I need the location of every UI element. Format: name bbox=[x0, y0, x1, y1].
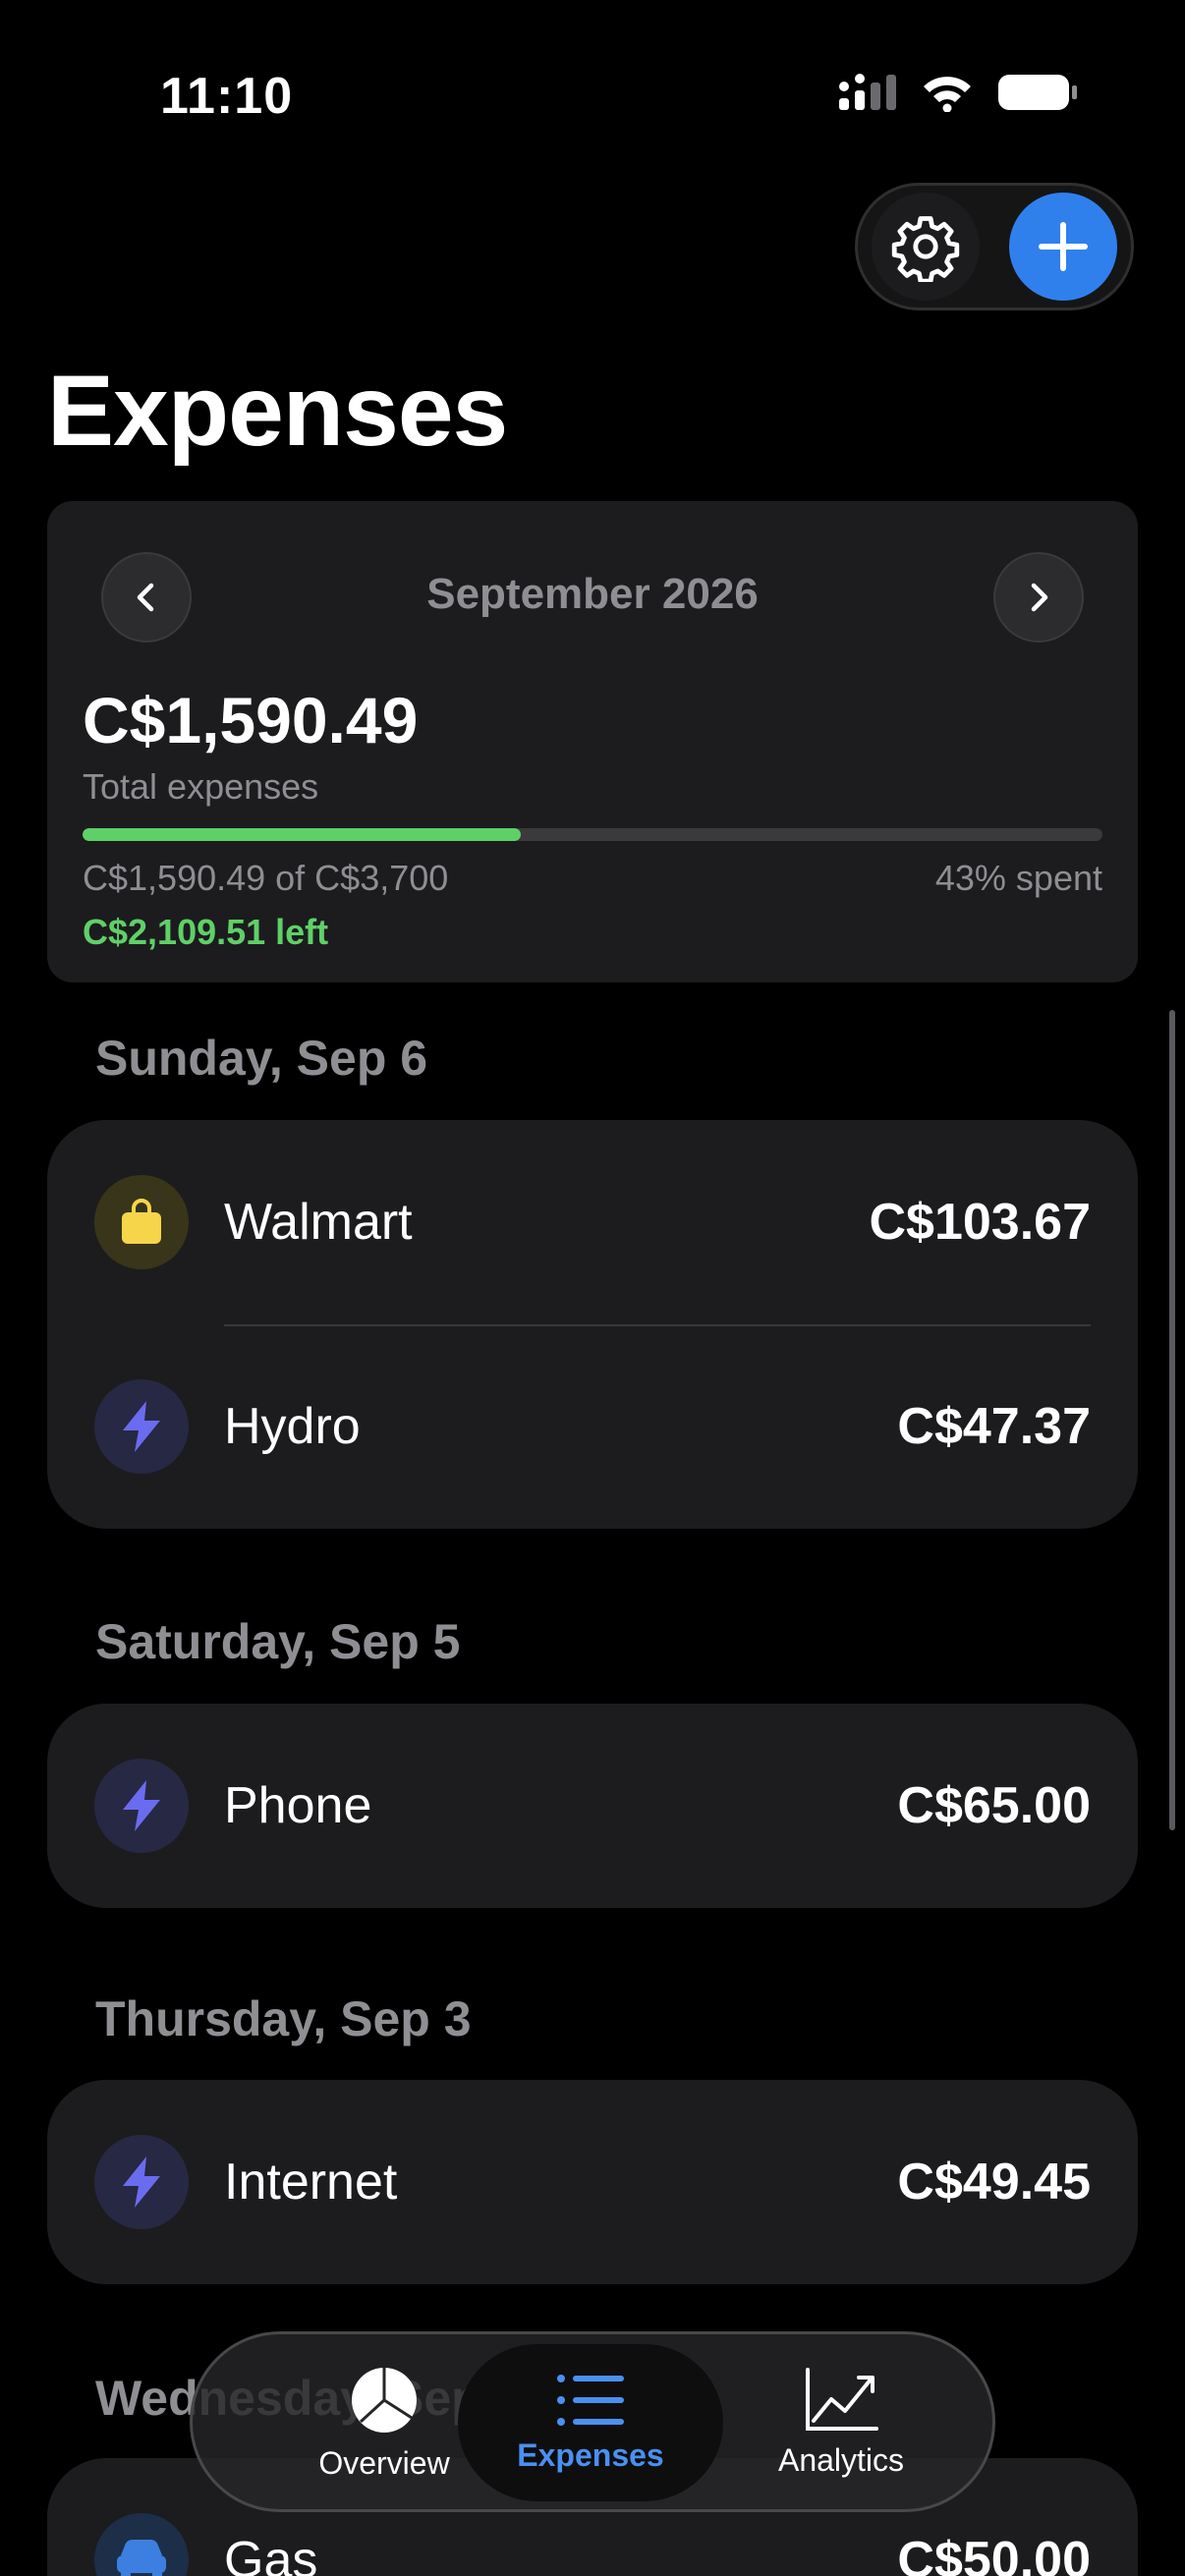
lightning-bolt-icon bbox=[123, 1401, 160, 1452]
expense-amount: C$49.45 bbox=[897, 2154, 1091, 2211]
category-icon bbox=[94, 1379, 189, 1474]
tab-label: Overview bbox=[318, 2444, 450, 2481]
status-bar: 11:10 bbox=[0, 0, 1185, 187]
expense-amount: C$103.67 bbox=[869, 1194, 1091, 1251]
lightning-bolt-icon bbox=[123, 1780, 160, 1831]
plus-icon bbox=[1039, 222, 1088, 271]
chevron-right-icon bbox=[1031, 583, 1048, 612]
top-actions bbox=[855, 183, 1134, 310]
expense-name: Hydro bbox=[224, 1398, 361, 1455]
expense-name: Internet bbox=[224, 2154, 398, 2211]
expense-name: Gas bbox=[224, 2532, 318, 2576]
status-icons bbox=[837, 73, 1079, 112]
category-icon bbox=[94, 2513, 189, 2576]
day-header: Saturday, Sep 5 bbox=[95, 1614, 461, 1669]
tab-analytics[interactable]: Analytics bbox=[708, 2344, 974, 2501]
day-header: Thursday, Sep 3 bbox=[95, 1991, 472, 2046]
battery-icon bbox=[998, 75, 1077, 110]
scroll-indicator[interactable] bbox=[1169, 1010, 1175, 1830]
day-header: Sunday, Sep 6 bbox=[95, 1031, 428, 1086]
category-icon bbox=[94, 2135, 189, 2229]
tab-expenses[interactable]: Expenses bbox=[458, 2344, 723, 2501]
pie-chart-icon bbox=[352, 2367, 417, 2433]
status-time: 11:10 bbox=[160, 68, 294, 125]
tab-bar: Overview Expenses Analytics bbox=[190, 2331, 995, 2512]
day-group-card: Phone C$65.00 bbox=[47, 1704, 1138, 1908]
budget-progress-fill bbox=[83, 828, 522, 841]
tab-label: Expenses bbox=[517, 2436, 664, 2473]
tab-label: Analytics bbox=[777, 2441, 905, 2478]
settings-button[interactable] bbox=[872, 193, 980, 301]
wifi-icon bbox=[924, 77, 971, 112]
page-title: Expenses bbox=[47, 355, 508, 467]
gear-icon bbox=[891, 216, 960, 282]
expense-amount: C$47.37 bbox=[897, 1398, 1091, 1455]
cellular-signal-icon bbox=[839, 74, 896, 110]
expense-amount: C$65.00 bbox=[897, 1777, 1091, 1834]
lightning-bolt-icon bbox=[123, 2156, 160, 2208]
month-label: September 2026 bbox=[426, 570, 759, 618]
monthly-summary-card: September 2026 C$1,590.49 Total expenses… bbox=[47, 501, 1138, 982]
total-expenses-label: Total expenses bbox=[83, 766, 319, 807]
expense-amount: C$50.00 bbox=[897, 2532, 1091, 2576]
day-group-card: Internet C$49.45 bbox=[47, 2080, 1138, 2284]
budget-progress-bar bbox=[83, 828, 1102, 841]
total-expenses-amount: C$1,590.49 bbox=[83, 684, 419, 756]
percent-spent-text: 43% spent bbox=[934, 858, 1102, 898]
expense-row[interactable]: Phone C$65.00 bbox=[47, 1704, 1138, 1908]
expense-row[interactable]: Hydro C$47.37 bbox=[47, 1324, 1138, 1529]
shopping-bag-icon bbox=[122, 1199, 161, 1244]
expense-name: Phone bbox=[224, 1777, 372, 1834]
trend-chart-icon bbox=[806, 2367, 878, 2431]
list-icon bbox=[557, 2374, 624, 2426]
car-icon bbox=[117, 2540, 166, 2576]
expense-row[interactable]: Walmart C$103.67 bbox=[47, 1120, 1138, 1324]
budget-spent-text: C$1,590.49 of C$3,700 bbox=[83, 858, 449, 898]
budget-left-text: C$2,109.51 left bbox=[83, 912, 329, 952]
next-month-button[interactable] bbox=[993, 552, 1084, 643]
add-expense-button[interactable] bbox=[1009, 193, 1117, 301]
day-group-card: Walmart C$103.67 Hydro C$47.37 bbox=[47, 1120, 1138, 1529]
expense-name: Walmart bbox=[224, 1194, 413, 1251]
category-icon bbox=[94, 1175, 189, 1269]
expense-row[interactable]: Internet C$49.45 bbox=[47, 2080, 1138, 2284]
category-icon bbox=[94, 1759, 189, 1853]
